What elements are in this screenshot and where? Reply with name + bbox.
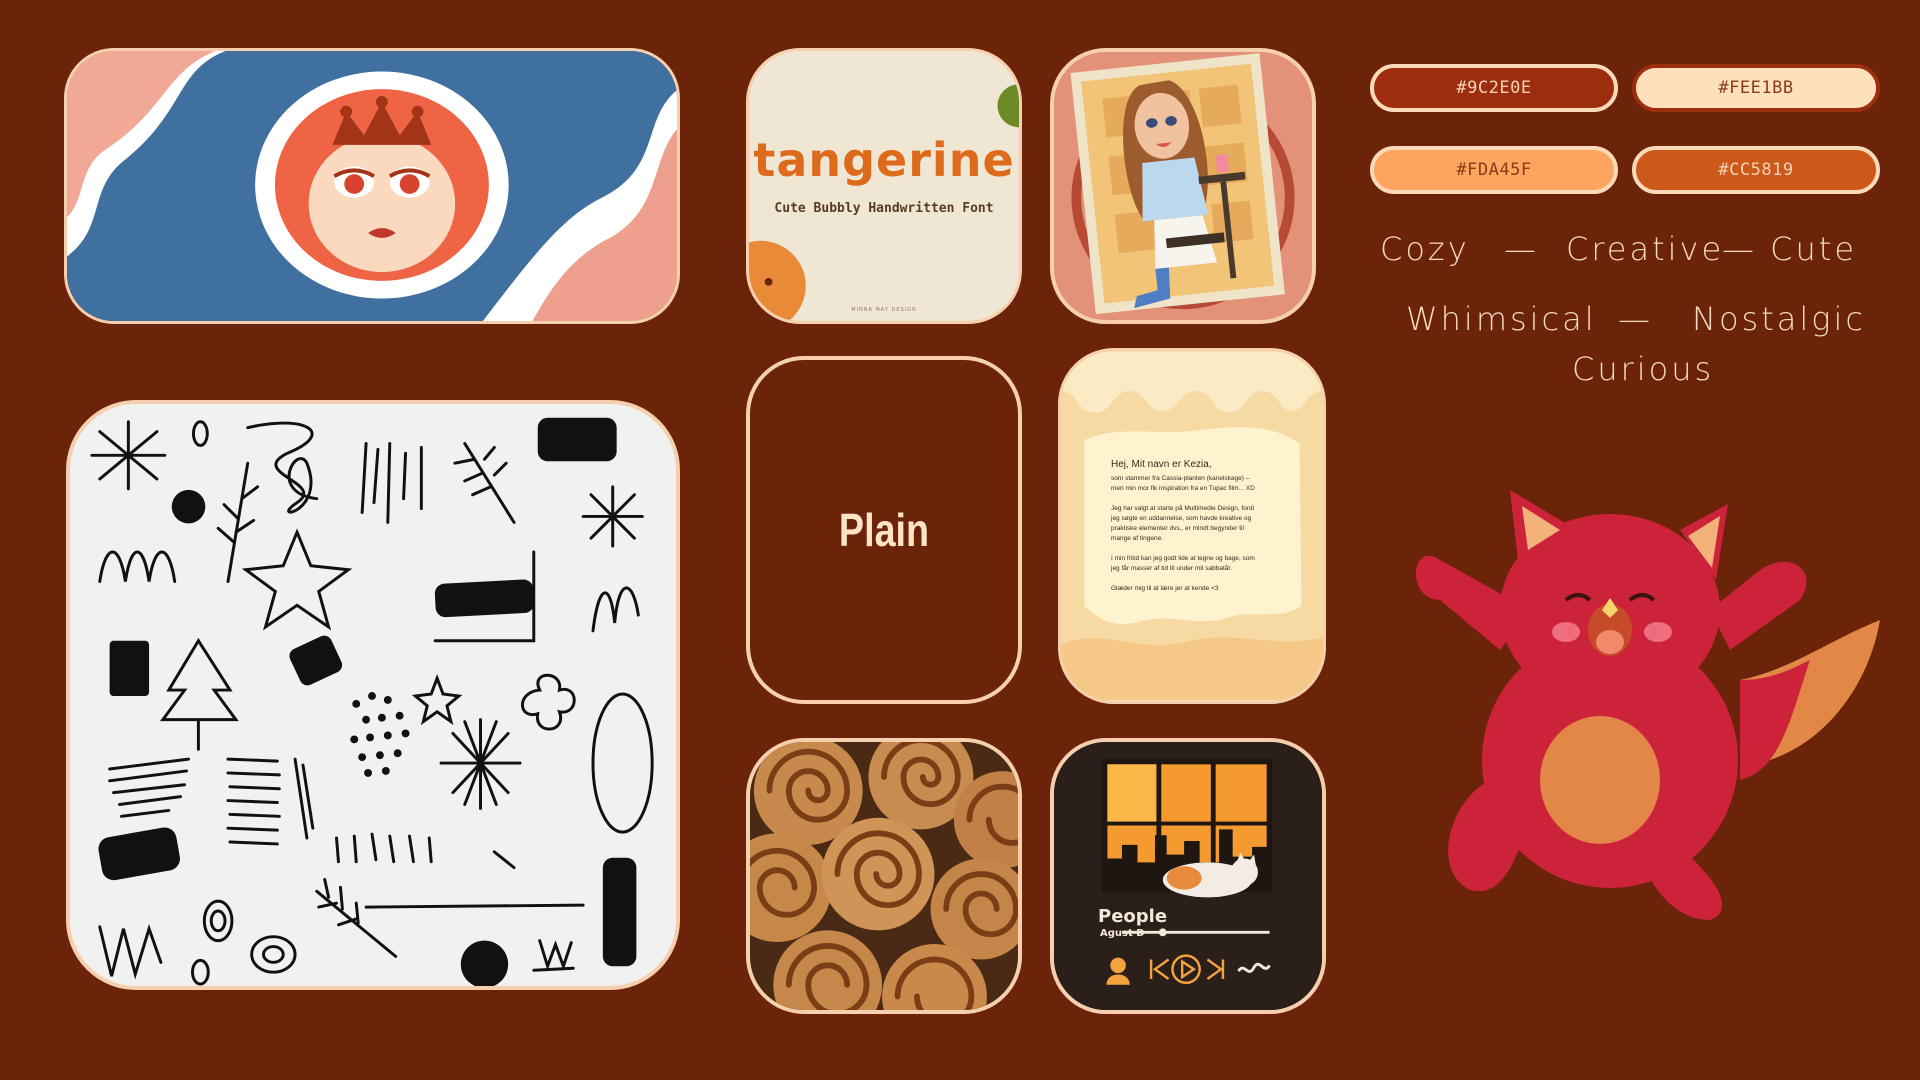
character-illustration-card xyxy=(1050,48,1316,324)
song-artist: Agust D xyxy=(1100,928,1145,939)
mood-word: Cozy xyxy=(1380,230,1470,268)
swatch-cc5819[interactable]: #CC5819 xyxy=(1632,146,1880,194)
swatch-9c2e0e[interactable]: #9C2E0E xyxy=(1370,64,1618,112)
swatch-label: #9C2E0E xyxy=(1456,78,1532,98)
doll-character-illustration xyxy=(1070,53,1295,315)
letter-line xyxy=(1111,494,1291,504)
swatch-fda45f[interactable]: #FDA45F xyxy=(1370,146,1618,194)
music-player-card: People Agust D xyxy=(1050,738,1326,1014)
mood-word: Curious xyxy=(1572,350,1715,388)
mood-word: Whimsical xyxy=(1406,300,1597,338)
letter-line: men min mor fik inspiration fra en Tupac… xyxy=(1111,485,1255,492)
swatch-fee1bb[interactable]: #FEE1BB xyxy=(1632,64,1880,112)
font-sample-card: tangerine Cute Bubbly Handwritten Font M… xyxy=(746,48,1022,324)
letter-line: jeg får masser af tid til under mit sabb… xyxy=(1111,565,1233,572)
font-subtitle: Cute Bubbly Handwritten Font xyxy=(774,201,994,216)
mood-dash: — xyxy=(1504,230,1539,268)
logo-banner-card xyxy=(64,48,680,324)
mood-word: — Cute xyxy=(1722,230,1858,268)
fox-mascot-illustration xyxy=(1410,480,1890,920)
play-button[interactable] xyxy=(1174,960,1206,992)
letter-line xyxy=(1111,574,1291,584)
intro-letter-card: Hej, Mit navn er Kezia, som stammer fra … xyxy=(1058,348,1326,704)
letter-text: Hej, Mit navn er Kezia, som stammer fra … xyxy=(1111,459,1291,594)
mood-dash: — xyxy=(1618,300,1653,338)
letter-line: Glæder mig til at lære jer at kende <3 xyxy=(1111,585,1219,592)
letter-line: praktiske elementer dvs., er mindt begyn… xyxy=(1111,525,1244,532)
swatch-label: #CC5819 xyxy=(1718,160,1794,180)
mood-word: Creative xyxy=(1566,230,1725,268)
letter-line xyxy=(1111,544,1291,554)
fox-mascot-svg xyxy=(1415,490,1880,920)
font-credit: MINNA MAY DESIGN xyxy=(851,307,917,313)
letter-line: I min fritid kan jeg godt lide at tegne … xyxy=(1111,555,1255,562)
letter-greeting: Hej, Mit navn er Kezia, xyxy=(1111,459,1212,470)
logo-banner-illustration xyxy=(67,51,677,321)
cinnamon-rolls-photo-card xyxy=(746,738,1022,1014)
letter-line: mange af tingene. xyxy=(1111,535,1164,542)
scribble-elements-illustration xyxy=(90,417,654,986)
swatch-label: #FEE1BB xyxy=(1718,78,1794,98)
letter-line: Jeg har valgt at starte på Multimedie De… xyxy=(1111,505,1255,512)
mood-word: Nostalgic xyxy=(1692,300,1866,338)
letter-line: som stammer fra Cassia-planten (kanelska… xyxy=(1111,475,1250,482)
font-title: tangerine xyxy=(753,133,1015,187)
letter-line: jeg søgte en uddannelse, som havde kreat… xyxy=(1111,515,1252,522)
swatch-label: #FDA45F xyxy=(1456,160,1532,180)
plain-card: Plain xyxy=(746,356,1022,704)
brush-scribbles-card xyxy=(66,400,680,990)
song-title: People xyxy=(1098,906,1168,927)
plain-label: Plain xyxy=(838,504,930,556)
cinnamon-rolls-photo xyxy=(750,742,1018,1010)
